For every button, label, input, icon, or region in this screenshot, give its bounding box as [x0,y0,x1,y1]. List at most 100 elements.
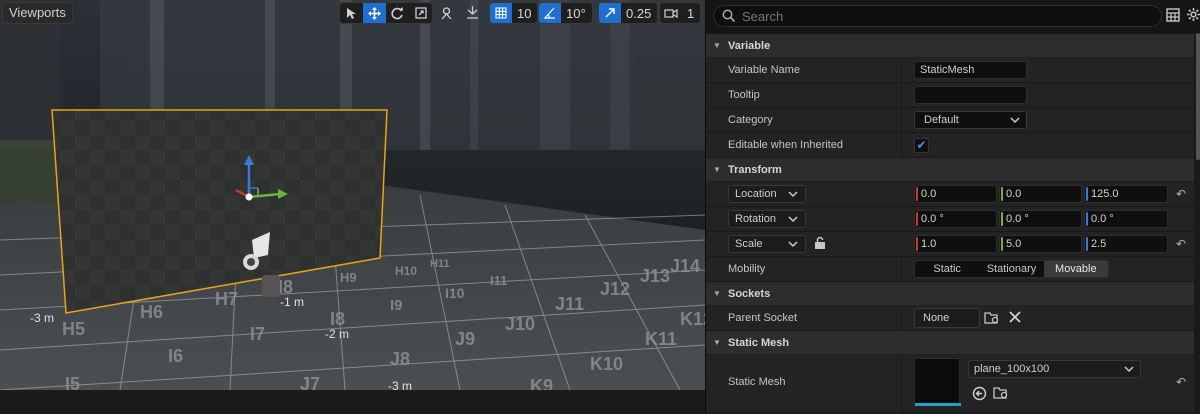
svg-text:I6: I6 [168,346,183,366]
collapse-arrow-icon: ▼ [713,338,721,347]
parent-socket-row: Parent Socket None [706,306,1194,331]
clear-close-icon[interactable] [1008,310,1022,327]
svg-text:-2 m: -2 m [325,327,349,341]
tooltip-label: Tooltip [728,89,760,101]
camera-speed-button[interactable]: 1 [659,2,702,24]
scale-z-field[interactable]: 2.5 [1084,235,1168,253]
svg-text:I11: I11 [490,273,507,288]
mobility-segmented-control: Static Stationary Movable [914,260,1109,278]
scale-snap-toggle[interactable]: 0.25 [598,2,659,24]
mobility-stationary-option[interactable]: Stationary [979,261,1043,277]
lock-icon[interactable] [814,236,826,253]
variable-name-row: Variable Name StaticMesh [706,58,1194,83]
location-z-field[interactable]: 125.0 [1084,185,1168,203]
rotation-row: Rotation 0.0 ° 0.0 ° 0.0 ° [706,207,1194,232]
location-mode-dropdown[interactable]: Location [728,185,806,203]
settings-gear-icon[interactable] [1186,7,1200,25]
location-row: Location 0.0 0.0 125.0 ↶ [706,182,1194,207]
category-dropdown[interactable]: Default [914,111,1027,129]
scale-mode-dropdown[interactable]: Scale [728,235,806,253]
rotation-y-field[interactable]: 0.0 ° [999,210,1082,228]
category-transform[interactable]: ▼ Transform [706,158,1194,182]
category-sockets[interactable]: ▼ Sockets [706,282,1194,306]
scale-x-field[interactable]: 1.0 [914,235,997,253]
svg-text:J8: J8 [390,349,410,369]
category-field-label: Category [728,114,773,126]
surface-snap-icon[interactable] [461,2,484,22]
mobility-movable-option[interactable]: Movable [1043,261,1108,277]
editable-when-inherited-row: Editable when Inherited ✔ [706,133,1194,158]
camera-speed-value[interactable]: 1 [687,6,694,21]
svg-text:J11: J11 [555,294,584,314]
camera-icon [660,3,682,23]
scale-y-field[interactable]: 5.0 [999,235,1082,253]
select-icon[interactable] [340,3,363,23]
svg-text:J12: J12 [600,279,630,299]
svg-text:J13: J13 [640,266,670,286]
editable-checkbox[interactable]: ✔ [914,138,929,153]
use-selected-asset-icon[interactable] [972,386,987,404]
category-label: Static Mesh [728,336,790,349]
rotate-icon[interactable] [386,3,409,23]
scale-snap-value[interactable]: 0.25 [626,6,651,21]
angle-icon [539,3,561,23]
level-viewport[interactable]: H5 H6 H7 H8 H9 H10 H11 I5 I6 I7 I8 I9 I1… [0,0,705,414]
details-search-box[interactable] [713,5,1162,27]
category-dropdown-value: Default [924,114,959,126]
rotation-x-field[interactable]: 0.0 ° [914,210,997,228]
svg-text:I9: I9 [390,297,403,314]
scale-icon[interactable] [409,3,432,23]
category-static-mesh[interactable]: ▼ Static Mesh [706,331,1194,355]
coordinate-space-group [435,2,458,24]
static-mesh-asset-value: plane_100x100 [974,363,1050,375]
surface-snap-group [461,2,484,24]
viewports-button[interactable]: Viewports [2,2,73,24]
chevron-down-icon [788,211,798,233]
svg-text:J10: J10 [505,314,535,334]
static-mesh-label: Static Mesh [728,376,786,388]
tooltip-field[interactable] [914,86,1027,104]
reset-arrow-icon[interactable]: ↶ [1176,237,1186,251]
mobility-static-option[interactable]: Static [915,261,979,277]
svg-text:H11: H11 [430,258,450,270]
mobility-label: Mobility [728,263,766,275]
move-icon[interactable] [363,3,386,23]
browse-asset-icon[interactable] [993,386,1009,403]
search-icon [722,9,736,23]
grid-snap-value[interactable]: 10 [517,6,531,21]
svg-text:I8: I8 [330,309,345,329]
location-x-field[interactable]: 0.0 [914,185,997,203]
category-variable[interactable]: ▼ Variable [706,34,1194,58]
rotation-z-field[interactable]: 0.0 ° [1084,210,1168,228]
variable-name-field[interactable]: StaticMesh [914,61,1027,79]
scale-row: Scale 1.0 5.0 2.5 ↶ [706,232,1194,257]
location-y-field[interactable]: 0.0 [999,185,1082,203]
scale-snap-icon [599,3,621,23]
rotation-snap-value[interactable]: 10° [566,6,586,21]
details-scrollbar[interactable] [1196,33,1200,160]
chevron-down-icon [788,236,798,258]
search-input[interactable] [742,7,1142,25]
viewport-toolbar [339,2,433,24]
viewport-scene[interactable]: H5 H6 H7 H8 H9 H10 H11 I5 I6 I7 I8 I9 I1… [0,0,705,414]
svg-text:J14: J14 [670,256,700,276]
scale-label: Scale [735,238,763,250]
asset-thumbnail[interactable] [914,358,961,406]
rotation-mode-dropdown[interactable]: Rotation [728,210,806,228]
world-icon[interactable] [435,2,458,22]
property-matrix-icon[interactable] [1166,8,1180,25]
svg-text:H9: H9 [340,270,357,285]
reset-arrow-icon[interactable]: ↶ [1176,187,1186,201]
svg-text:I10: I10 [445,285,465,301]
collapse-arrow-icon: ▼ [713,165,721,174]
parent-socket-field[interactable]: None [914,308,980,328]
rotation-snap-toggle[interactable]: 10° [538,2,593,24]
browse-socket-icon[interactable] [984,311,1000,328]
static-mesh-asset-dropdown[interactable]: plane_100x100 [968,360,1141,378]
svg-text:I7: I7 [250,324,265,344]
chevron-down-icon [788,186,798,208]
reset-arrow-icon[interactable]: ↶ [1176,375,1186,389]
svg-text:J9: J9 [455,329,475,349]
collapse-arrow-icon: ▼ [713,41,721,50]
grid-snap-toggle[interactable]: 10 [489,2,539,24]
